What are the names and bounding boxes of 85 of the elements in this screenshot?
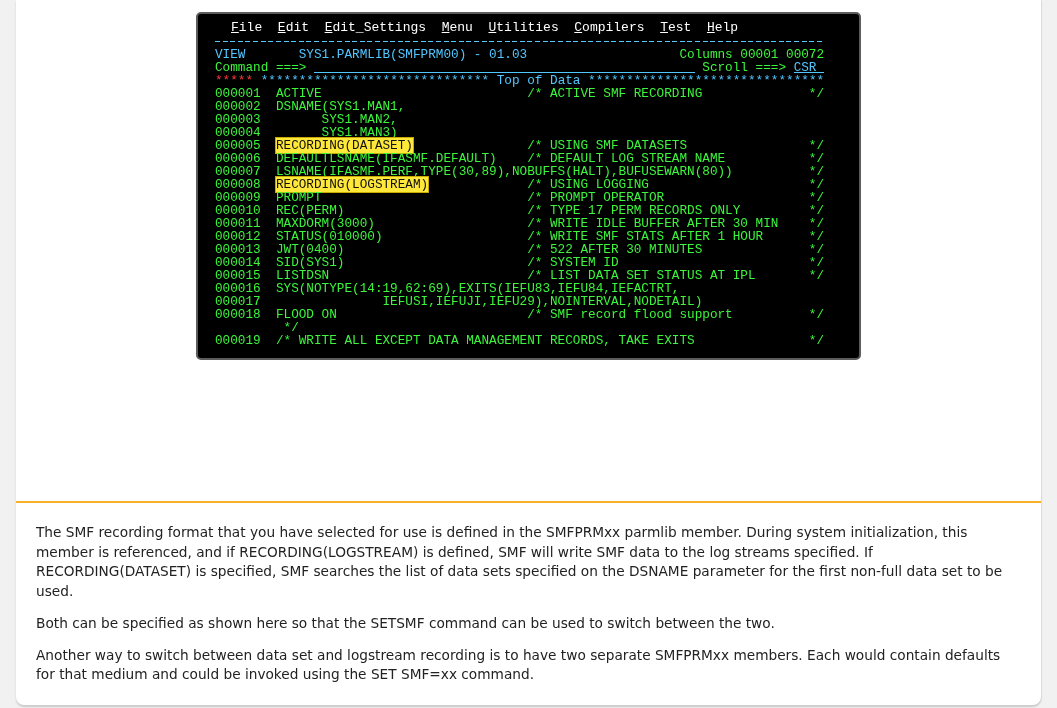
mode-label: VIEW: [215, 48, 247, 61]
comment-end: */: [808, 204, 825, 217]
comment-text: /* ACTIVE SMF RECORDING: [527, 87, 704, 100]
top-of-data-asterisks: *******************************: [588, 74, 825, 87]
scroll-prompt: Scroll ===>: [702, 61, 787, 74]
code-text: FLOOD ON: [275, 307, 337, 322]
code-text: PROMPT: [275, 190, 322, 205]
comment-end: */: [808, 178, 825, 191]
code-text: STATUS(010000): [275, 229, 383, 244]
code-text: DEFAULTLSNAME(IFASMF.DEFAULT): [275, 151, 497, 166]
menu-item[interactable]: Edit: [277, 21, 310, 35]
comment-text: /* SMF record flood support: [527, 308, 734, 321]
code-text: SYS1.MAN2,: [321, 112, 398, 127]
line-number: 000003: [215, 112, 261, 127]
code-text: */: [283, 320, 299, 335]
code-text: IEFUSI,IEFUJI,IEFU29),NOINTERVAL,NODETAIL): [382, 294, 703, 309]
code-text: RECORDING(DATASET): [275, 138, 413, 153]
line-number: 000019: [215, 333, 261, 348]
menu-item[interactable]: Compilers: [574, 21, 645, 35]
line-number: 000016: [215, 281, 261, 296]
line-number: 000007: [215, 164, 261, 179]
comment-text: /* TYPE 17 PERM RECORDS ONLY: [527, 204, 742, 217]
line-number: 000002: [215, 99, 261, 114]
comment-text: /* USING LOGGING: [527, 178, 649, 191]
line-number: 000010: [215, 203, 261, 218]
code-text: JWT(0400): [275, 242, 345, 257]
comment-end: */: [808, 308, 825, 321]
line-number: 000013: [215, 242, 261, 257]
code-text: ACTIVE: [275, 86, 322, 101]
comment-end: */: [808, 152, 825, 165]
comment-text: /* WRITE IDLE BUFFER AFTER 30 MIN: [527, 217, 780, 230]
dataset-title: SYS1.PARMLIB(SMFPRM00) - 01.03: [298, 48, 528, 61]
comment-end: */: [808, 87, 825, 100]
line-number: 000018: [215, 307, 261, 322]
comment-end: */: [808, 165, 825, 178]
comment-end: */: [808, 217, 825, 230]
comment-text: /* LIST DATA SET STATUS AT IPL: [527, 269, 757, 282]
comment-end: */: [808, 139, 825, 152]
comment-end: */: [808, 256, 825, 269]
code-text: LISTDSN: [275, 268, 330, 283]
line-number: 000009: [215, 190, 261, 205]
code-text: LSNAME(IFASMF.PERF,TYPE(30,89),NOBUFFS(HALT),BUFUSEWARN(80)): [275, 164, 733, 179]
comment-end: */: [808, 243, 825, 256]
paragraph: Another way to switch between data set and logstream recording is to have two separate SMFPRMxx members. Each would contain defaults for that medium and could be invoked using the SET SMF=xx command.: [36, 645, 1002, 685]
code-text: DSNAME(SYS1.MAN1,: [275, 99, 406, 114]
line-number: 000005: [215, 138, 261, 153]
code-text: RECORDING(LOGSTREAM): [275, 177, 429, 192]
scroll-amount-field[interactable]: CSR: [793, 61, 825, 73]
menu-item[interactable]: Edit_Settings: [324, 21, 427, 35]
column-range: Columns 00001 00072: [679, 48, 825, 61]
line-number: 000015: [215, 268, 261, 283]
menu-item[interactable]: File: [231, 21, 263, 35]
comment-text: /* PROMPT OPERATOR: [527, 191, 666, 204]
line-number: 000014: [215, 255, 261, 270]
comment-text: /* 522 AFTER 30 MINUTES: [527, 243, 704, 256]
comment-text: /* WRITE SMF STATS AFTER 1 HOUR: [527, 230, 765, 243]
command-prompt: Command ===>: [215, 61, 307, 74]
top-of-data-asterisks: ***** ******************************: [215, 74, 490, 87]
menu-item[interactable]: Menu: [441, 21, 473, 35]
code-text: SYS1.MAN3): [321, 125, 398, 140]
comment-end: */: [808, 230, 825, 243]
paragraph: The SMF recording format that you have selected for use is defined in the SMFPRMxx parmlib member. During system initialization, this member is referenced, and if RECORDING(LOGSTREAM) is defined, SMF will write SMF data to the log streams specified. If RECORDING(DATASET) is specified, SMF searches the list of data sets specified on the DSNAME parameter for the first non-full data set to be used.: [36, 523, 1004, 602]
code-text: /* WRITE ALL EXCEPT DATA MANAGEMENT RECORDS, TAKE EXITS: [275, 333, 695, 348]
code-text: SYS(NOTYPE(14:19,62:69),EXITS(IEFU83,IEFU84,IEFACTRT,: [275, 281, 680, 296]
line-number: 000011: [215, 216, 261, 231]
code-text: SID(SYS1): [275, 255, 345, 270]
line-number: 000006: [215, 151, 261, 166]
top-of-data-label: Top of Data: [496, 74, 581, 87]
comment-text: /* USING SMF DATASETS: [527, 139, 689, 152]
comment-text: /* DEFAULT LOG STREAM NAME: [527, 152, 726, 165]
code-text: MAXDORM(3000): [275, 216, 375, 231]
line-number: 000017: [215, 294, 261, 309]
code-text: REC(PERM): [275, 203, 345, 218]
comment-end: */: [808, 269, 825, 282]
comment-text: /* SYSTEM ID: [527, 256, 620, 269]
menu-item[interactable]: Help: [706, 21, 739, 35]
menu-item[interactable]: Test: [660, 21, 692, 35]
line-number: 000012: [215, 229, 261, 244]
menu-item[interactable]: Utilities: [488, 21, 559, 35]
line-number: 000008: [215, 177, 261, 192]
comment-end: */: [808, 191, 825, 204]
comment-end: */: [808, 334, 825, 347]
line-number: 000004: [215, 125, 261, 140]
line-number: 000001: [215, 86, 261, 101]
paragraph: Both can be specified as shown here so that the SETSMF command can be used to switch between the two.: [36, 613, 776, 633]
